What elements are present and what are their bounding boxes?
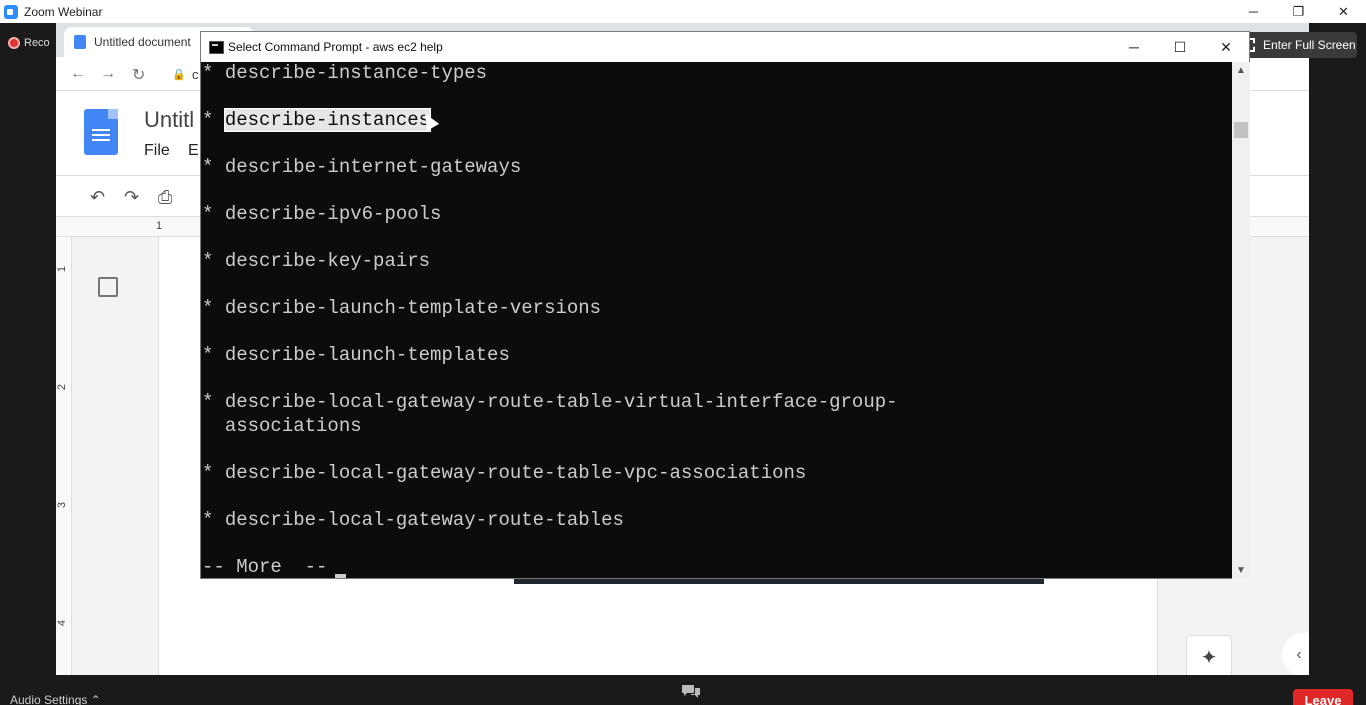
zoom-restore-button[interactable]: ❐ — [1276, 0, 1321, 23]
console-text: describe-local-gateway-route-tables — [224, 508, 624, 531]
console-line: * describe-ipv6-pools — [202, 203, 1232, 227]
enter-full-screen-button[interactable]: Enter Full Screen — [1233, 32, 1357, 58]
browser-tab-title: Untitled document — [94, 35, 191, 49]
console-output[interactable]: * describe-instance-types * describe-inst… — [201, 62, 1232, 579]
forward-button[interactable]: → — [100, 65, 116, 83]
back-button[interactable]: ← — [70, 65, 86, 83]
recording-indicator[interactable]: Reco — [8, 33, 50, 53]
zoom-app-icon — [4, 4, 18, 19]
console-bullet: * — [202, 297, 225, 319]
vruler-number: 4 — [56, 619, 69, 627]
console-text: describe-internet-gateways — [224, 156, 522, 178]
caret-up-icon: ⌃ — [90, 693, 101, 705]
console-line: * describe-key-pairs — [202, 250, 1232, 274]
cmd-titlebar: Select Command Prompt - aws ec2 help ─ ☐… — [201, 32, 1249, 62]
ruler-number: 1 — [156, 220, 163, 232]
scrollbar-thumb[interactable] — [1234, 122, 1248, 138]
cmd-scrollbar[interactable]: ▲ ▼ — [1232, 62, 1250, 579]
recording-label: Reco — [24, 37, 50, 49]
audio-settings-label: Audio Settings — [10, 693, 88, 705]
cmd-window-controls: ─ ☐ ✕ — [1111, 32, 1249, 62]
console-bullet: * — [202, 203, 225, 225]
vruler-number: 3 — [56, 501, 69, 509]
console-line: * describe-local-gateway-route-tables — [202, 509, 1232, 533]
console-text: describe-key-pairs — [224, 250, 431, 272]
console-line: -- More -- — [202, 556, 1232, 580]
docs-favicon-icon — [74, 35, 86, 49]
document-outline-icon[interactable] — [98, 277, 118, 297]
leave-button[interactable]: Leave — [1293, 689, 1353, 705]
console-text: describe-local-gateway-route-table-virtu… — [224, 391, 898, 413]
console-line: * describe-launch-template-versions — [202, 297, 1232, 321]
console-bullet: * — [202, 508, 225, 531]
console-bullet: * — [202, 109, 225, 131]
fullscreen-label: Enter Full Screen — [1263, 38, 1356, 52]
audio-settings-button[interactable]: Audio Settings ⌃ — [10, 693, 101, 705]
zoom-window-title: Zoom Webinar — [24, 4, 103, 19]
scroll-up-icon[interactable]: ▲ — [1236, 65, 1246, 76]
console-line: associations — [202, 415, 1232, 439]
url-bar[interactable]: c — [192, 67, 199, 82]
console-bullet: * — [202, 62, 225, 84]
console-text: describe-instance-types — [224, 62, 488, 84]
console-bullet: * — [202, 250, 225, 272]
console-text: describe-ipv6-pools — [224, 203, 442, 225]
vertical-ruler: 1 2 3 4 — [56, 237, 72, 675]
record-icon — [8, 37, 20, 49]
console-text: -- More -- — [202, 555, 328, 578]
console-line: * describe-launch-templates — [202, 344, 1232, 368]
console-text: describe-local-gateway-route-table-vpc-a… — [224, 461, 807, 484]
console-line: * describe-local-gateway-route-table-vpc… — [202, 462, 1232, 486]
vruler-number: 2 — [56, 383, 69, 391]
chat-icon[interactable] — [680, 684, 702, 700]
redo-icon[interactable]: ↷ — [124, 187, 139, 208]
vruler-number: 1 — [56, 265, 69, 273]
console-line: * describe-instance-types — [202, 62, 1232, 86]
console-bullet: * — [202, 391, 225, 413]
scroll-down-icon[interactable]: ▼ — [1236, 565, 1246, 576]
zoom-window-controls: ─ ❐ ✕ — [1231, 0, 1366, 23]
console-text: associations — [224, 414, 362, 437]
undo-icon[interactable]: ↶ — [90, 187, 105, 208]
console-bullet: * — [202, 156, 225, 178]
console-text: describe-launch-template-versions — [224, 297, 602, 319]
console-bullet: * — [202, 461, 225, 484]
console-bullet: * — [202, 344, 225, 366]
zoom-close-button[interactable]: ✕ — [1321, 0, 1366, 23]
cmd-window-title: Select Command Prompt - aws ec2 help — [228, 40, 443, 54]
zoom-webinar-window: Zoom Webinar ─ ❐ ✕ Untitled document ← →… — [0, 0, 1366, 705]
text-cursor — [335, 573, 347, 578]
console-line: * describe-instances — [202, 108, 1232, 133]
menu-file[interactable]: File — [144, 142, 170, 160]
cmd-app-icon — [209, 40, 224, 54]
explore-button[interactable]: ✦ — [1186, 635, 1232, 675]
zoom-titlebar: Zoom Webinar ─ ❐ ✕ — [0, 0, 1366, 23]
menu-edit[interactable]: E — [188, 142, 199, 160]
cmd-close-button[interactable]: ✕ — [1203, 32, 1249, 62]
lock-icon: 🔒 — [172, 69, 186, 81]
console-line: * describe-local-gateway-route-table-vir… — [202, 391, 1232, 415]
google-docs-logo-icon[interactable] — [84, 109, 118, 155]
document-title[interactable]: Untitl — [144, 107, 194, 133]
console-bullet — [202, 415, 225, 437]
selected-text: describe-instances — [223, 108, 432, 132]
print-icon[interactable]: ⎙ — [158, 187, 172, 208]
zoom-minimize-button[interactable]: ─ — [1231, 0, 1276, 23]
reload-button[interactable]: ↻ — [132, 65, 145, 85]
console-line: * describe-internet-gateways — [202, 156, 1232, 180]
command-prompt-window: Select Command Prompt - aws ec2 help ─ ☐… — [200, 31, 1250, 579]
cmd-minimize-button[interactable]: ─ — [1111, 32, 1157, 62]
console-text: describe-launch-templates — [224, 344, 510, 366]
cmd-maximize-button[interactable]: ☐ — [1157, 32, 1203, 62]
